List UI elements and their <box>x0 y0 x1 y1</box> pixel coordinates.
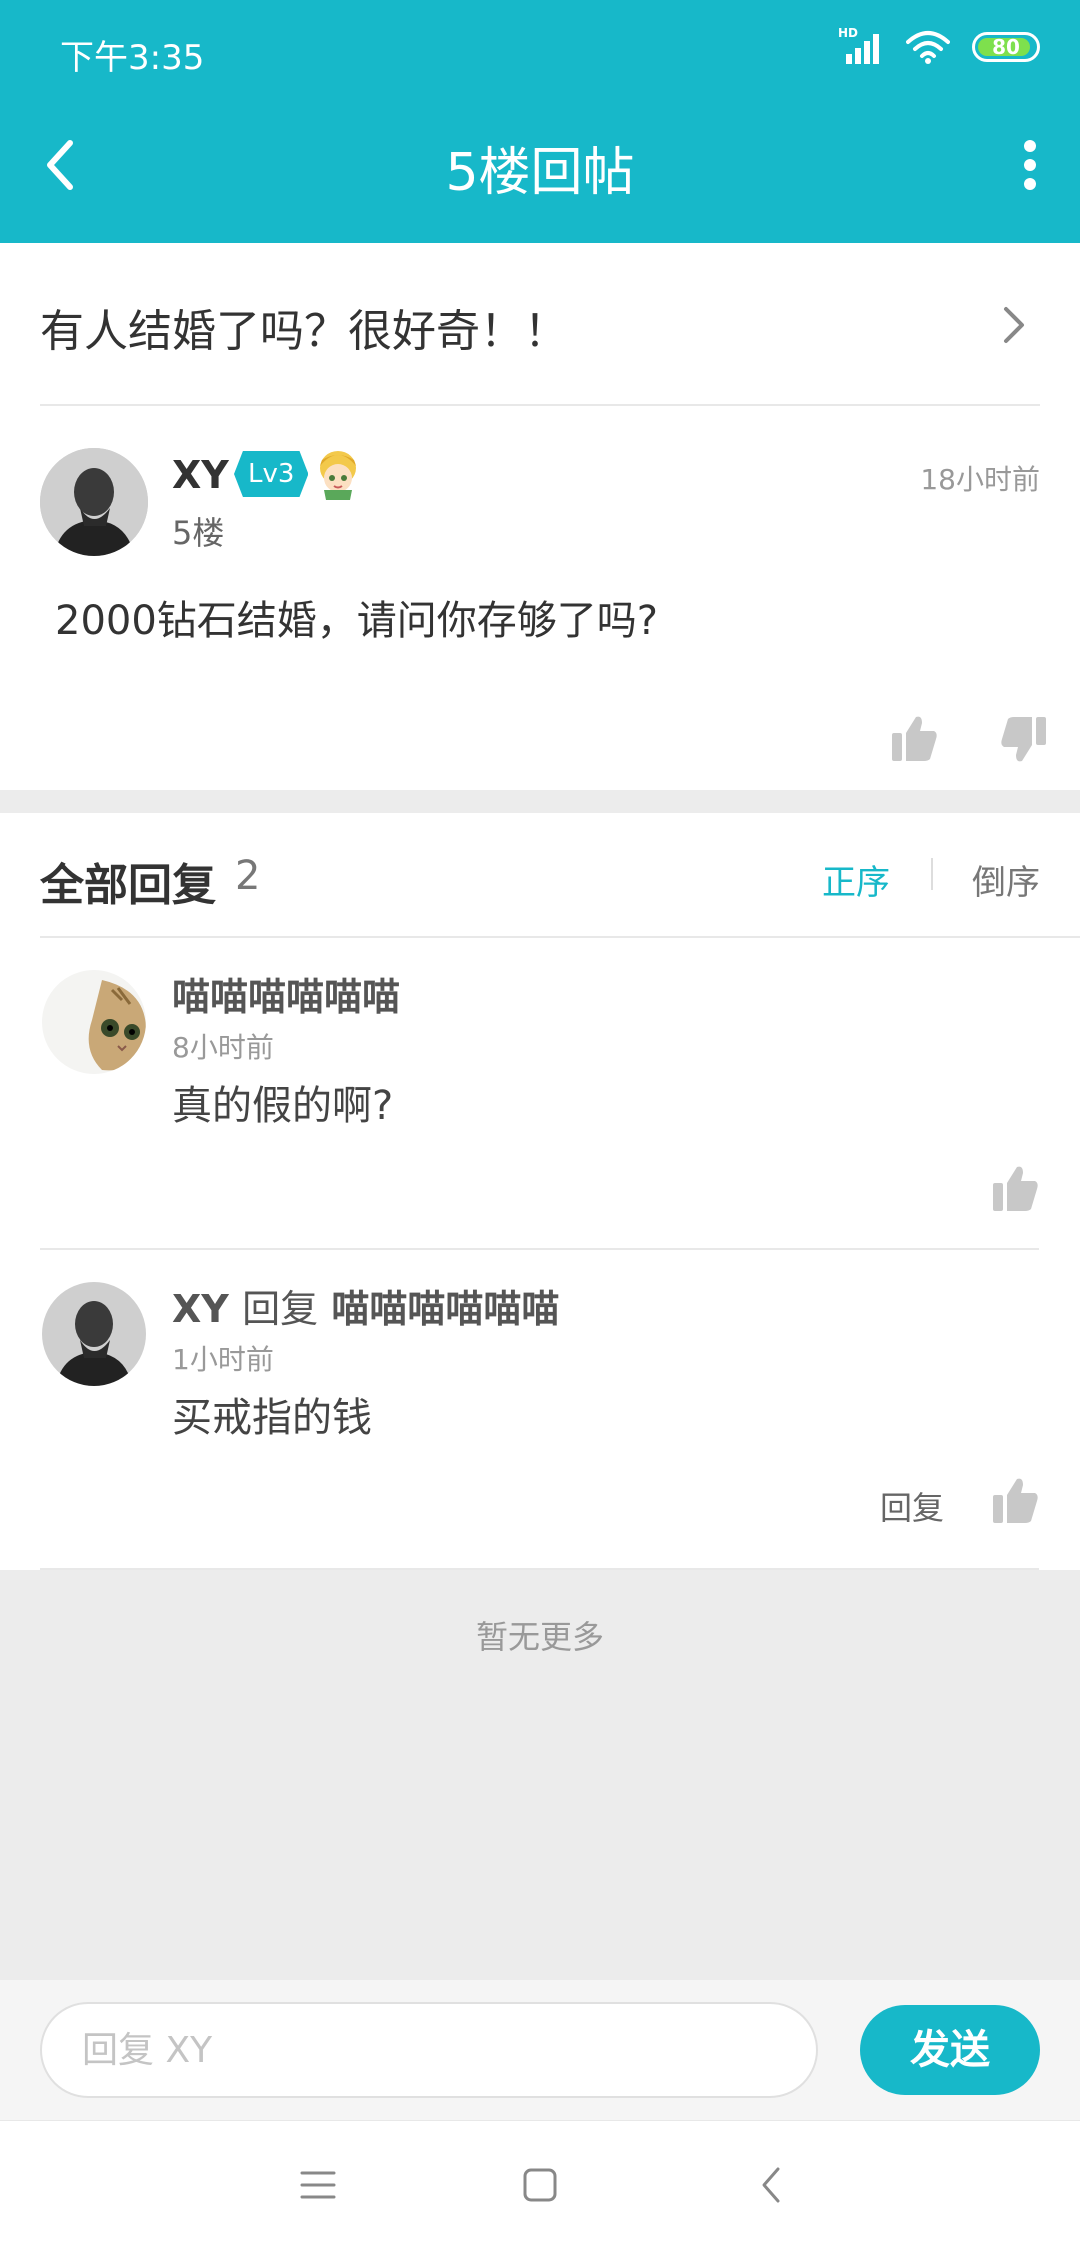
replies-count: 2 <box>235 853 261 899</box>
reply-item[interactable]: 喵喵喵喵喵喵 8小时前 真的假的啊? <box>40 938 1039 1250</box>
home-icon[interactable] <box>520 2163 560 2207</box>
post-card: 有人结婚了吗？很好奇！！ XY Lv3 5楼 18小时前 2000钻石结婚，请问… <box>0 243 1080 790</box>
reply-input-bar: 发送 <box>0 1980 1080 2120</box>
reply-author[interactable]: XY <box>172 1287 229 1331</box>
page-title: 5楼回帖 <box>445 143 635 203</box>
status-bar: 下午3:35 HD 80 <box>0 0 1080 100</box>
replies-section: 全部回复 2 正序 倒序 喵喵喵喵喵喵 8小时前 真的假的啊? XY 回复 喵喵… <box>0 813 1080 1570</box>
reply-item[interactable]: XY 回复 喵喵喵喵喵喵 1小时前 买戒指的钱 回复 <box>40 1250 1039 1570</box>
send-button[interactable]: 发送 <box>860 2005 1040 2095</box>
more-options-icon[interactable] <box>1020 140 1040 190</box>
thumbs-up-icon[interactable] <box>991 1163 1039 1213</box>
reply-content: 买戒指的钱 <box>172 1395 372 1441</box>
network-type-label: HD <box>838 26 859 40</box>
chevron-right-icon <box>1004 307 1024 343</box>
cell-signal-icon: HD <box>838 26 884 64</box>
menu-icon[interactable] <box>298 2163 338 2207</box>
back-icon[interactable] <box>752 2163 792 2207</box>
replies-header: 全部回复 2 正序 倒序 <box>40 813 1080 938</box>
thumbs-down-icon[interactable] <box>1000 715 1048 765</box>
battery-icon: 80 <box>972 32 1040 62</box>
wifi-icon <box>906 31 950 64</box>
thumbs-up-icon[interactable] <box>890 713 938 763</box>
floor-number: 5楼 <box>172 514 225 552</box>
reply-timestamp: 1小时前 <box>172 1343 274 1376</box>
thread-title: 有人结婚了吗？很好奇！！ <box>40 306 568 357</box>
level-badge: Lv3 <box>234 451 309 497</box>
thumbs-up-icon[interactable] <box>991 1475 1039 1525</box>
status-time: 下午3:35 <box>60 38 205 78</box>
reply-username[interactable]: 喵喵喵喵喵喵 <box>172 966 400 1021</box>
thread-link[interactable]: 有人结婚了吗？很好奇！！ <box>40 243 1040 406</box>
app-header: 下午3:35 HD 80 5楼回帖 <box>0 0 1080 243</box>
reply-word: 回复 <box>242 1287 319 1331</box>
no-more-label: 暂无更多 <box>475 1618 604 1656</box>
reply-timestamp: 8小时前 <box>172 1031 274 1064</box>
reply-content: 真的假的啊? <box>172 1083 394 1129</box>
replies-title: 全部回复 <box>40 860 216 911</box>
status-icons: HD 80 <box>838 26 1040 64</box>
reply-username: XY 回复 喵喵喵喵喵喵 <box>172 1278 559 1333</box>
avatar[interactable] <box>42 1282 146 1386</box>
sort-descending-button[interactable]: 倒序 <box>972 855 1040 904</box>
battery-level: 80 <box>992 35 1020 59</box>
character-medal-icon <box>320 451 356 500</box>
avatar[interactable] <box>42 970 146 1074</box>
avatar[interactable] <box>40 448 148 556</box>
sort-ascending-button[interactable]: 正序 <box>822 855 890 904</box>
post-timestamp: 18小时前 <box>920 463 1040 496</box>
sort-divider <box>931 858 933 890</box>
reply-input[interactable] <box>40 2002 818 2098</box>
post-username[interactable]: XY <box>172 453 229 497</box>
reply-button[interactable]: 回复 <box>880 1483 944 1529</box>
system-nav-bar <box>0 2120 1080 2248</box>
post-content: 2000钻石结婚，请问你存够了吗? <box>55 598 659 644</box>
reply-target-user[interactable]: 喵喵喵喵喵喵 <box>331 1287 559 1331</box>
